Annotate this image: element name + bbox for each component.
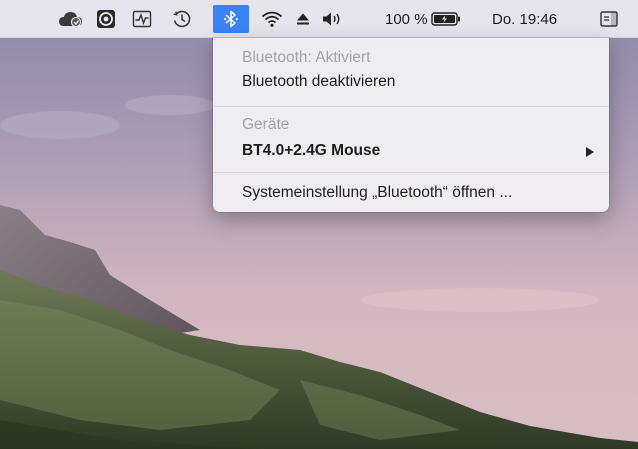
bluetooth-menu-button[interactable]: [213, 5, 249, 33]
time-machine-icon[interactable]: [169, 5, 195, 33]
menu-bar: 100 % Do. 19:46: [0, 0, 638, 38]
device-item-mouse[interactable]: BT4.0+2.4G Mouse: [242, 140, 595, 162]
clock-label: Do. 19:46: [492, 10, 558, 28]
cloud-sync-icon[interactable]: [56, 5, 86, 33]
notification-center-icon[interactable]: [596, 5, 622, 33]
open-bluetooth-preferences-item[interactable]: Systemeinstellung „Bluetooth“ öffnen ...: [242, 182, 595, 204]
bluetooth-dropdown-menu: Bluetooth: Aktiviert Bluetooth deaktivie…: [213, 38, 609, 212]
battery-percent-label: 100 %: [385, 10, 428, 28]
eject-icon[interactable]: [292, 5, 314, 33]
security-app-icon[interactable]: [93, 5, 119, 33]
menu-separator: [213, 106, 609, 107]
devices-header: Geräte: [242, 116, 290, 133]
volume-icon[interactable]: [318, 5, 348, 33]
battery-percent[interactable]: 100 %: [385, 5, 429, 33]
menu-separator: [213, 172, 609, 173]
bluetooth-icon: [223, 9, 239, 29]
battery-icon[interactable]: [430, 5, 462, 33]
submenu-arrow-icon: [585, 145, 595, 163]
bluetooth-toggle-item[interactable]: Bluetooth deaktivieren: [242, 71, 595, 93]
wifi-icon[interactable]: [258, 5, 286, 33]
bluetooth-status: Bluetooth: Aktiviert: [242, 49, 371, 66]
desktop: 100 % Do. 19:46 Bluetooth: Aktiviert Blu…: [0, 0, 638, 449]
clock[interactable]: Do. 19:46: [492, 5, 584, 33]
activity-monitor-icon[interactable]: [129, 5, 155, 33]
